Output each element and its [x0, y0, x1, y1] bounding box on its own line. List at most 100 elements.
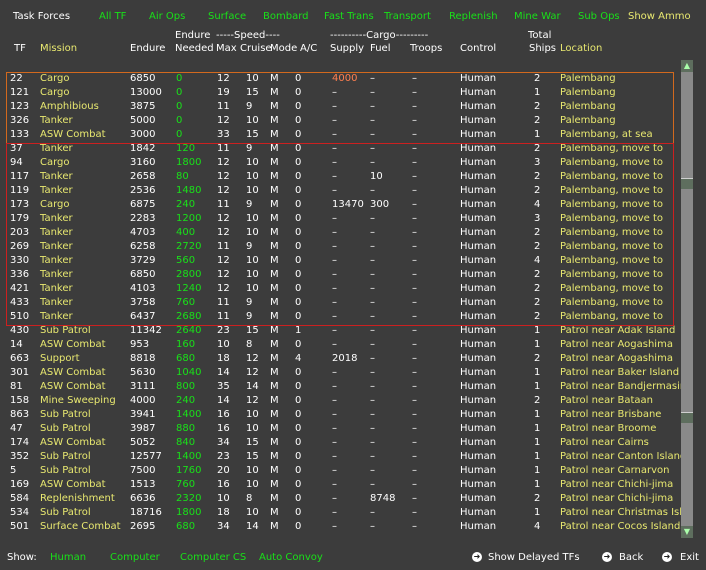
table-row[interactable]: 326 Tanker 5000 0 12 10 M 0 – – – Human 2 Palembang	[0, 114, 680, 128]
location-cell[interactable]: Palembang, move to	[560, 171, 663, 182]
mission-cell[interactable]: Sub Patrol	[40, 423, 91, 434]
table-row[interactable]: 433 Tanker 3758 760 11 9 M 0 – – – Human 2 Palembang,…	[0, 296, 680, 310]
location-cell[interactable]: Palembang	[560, 73, 616, 84]
filter-fast-trans[interactable]: Fast Trans	[324, 11, 374, 22]
mission-cell[interactable]: Tanker	[40, 241, 73, 252]
mission-cell[interactable]: Sub Patrol	[40, 507, 91, 518]
tf-cell[interactable]: 121	[10, 87, 29, 98]
mission-cell[interactable]: ASW Combat	[40, 367, 106, 378]
tf-cell[interactable]: 433	[10, 297, 29, 308]
tf-cell[interactable]: 117	[10, 171, 29, 182]
show-human-option[interactable]: Human	[50, 552, 86, 563]
show-computer-cs-option[interactable]: Computer CS	[180, 552, 246, 563]
tf-cell[interactable]: 173	[10, 199, 29, 210]
table-row[interactable]: 47 Sub Patrol 3987 880 16 10 M 0 – – – Human 1 Patrol…	[0, 422, 680, 436]
mission-cell[interactable]: Tanker	[40, 213, 73, 224]
mission-cell[interactable]: Cargo	[40, 157, 70, 168]
filter-air-ops[interactable]: Air Ops	[149, 11, 185, 22]
table-row[interactable]: 269 Tanker 6258 2720 11 9 M 0 – – – Human 2 Palembang…	[0, 240, 680, 254]
table-row[interactable]: 179 Tanker 2283 1200 12 10 M 0 – – – Human 3 Palemban…	[0, 212, 680, 226]
header-location[interactable]: Location	[560, 43, 602, 54]
back-arrow-icon[interactable]: ➜	[602, 552, 612, 562]
header-ac[interactable]: A/C	[300, 43, 317, 54]
table-row[interactable]: 584 Replenishment 6636 2320 10 8 M 0 – 8748 – Human…	[0, 492, 680, 506]
exit-arrow-icon[interactable]: ➜	[662, 552, 672, 562]
header-troops[interactable]: Troops	[410, 43, 442, 54]
tf-cell[interactable]: 169	[10, 479, 29, 490]
table-row[interactable]: 14 ASW Combat 953 160 10 8 M 0 – – – Human 1 Patrol n…	[0, 338, 680, 352]
tf-cell[interactable]: 81	[10, 381, 23, 392]
header-fuel[interactable]: Fuel	[370, 43, 390, 54]
scroll-down-icon[interactable]: ▼	[681, 526, 693, 538]
filter-transport[interactable]: Transport	[384, 11, 431, 22]
mission-cell[interactable]: Tanker	[40, 227, 73, 238]
table-row[interactable]: 663 Support 8818 680 18 12 M 4 2018 – – Human 2 Patro…	[0, 352, 680, 366]
location-cell[interactable]: Patrol near Cairns	[560, 437, 649, 448]
location-cell[interactable]: Palembang, move to	[560, 255, 663, 266]
mission-cell[interactable]: Replenishment	[40, 493, 115, 504]
mission-cell[interactable]: Cargo	[40, 87, 70, 98]
mission-cell[interactable]: ASW Combat	[40, 129, 106, 140]
tf-cell[interactable]: 5	[10, 465, 16, 476]
table-row[interactable]: 430 Sub Patrol 11342 2640 23 15 M 1 – – – Human 1 Pat…	[0, 324, 680, 338]
mission-cell[interactable]: Tanker	[40, 185, 73, 196]
tf-cell[interactable]: 330	[10, 255, 29, 266]
location-cell[interactable]: Palembang	[560, 101, 616, 112]
location-cell[interactable]: Palembang, move to	[560, 227, 663, 238]
show-ammo-toggle[interactable]: Show Ammo	[628, 11, 691, 22]
location-cell[interactable]: Palembang, move to	[560, 157, 663, 168]
tf-cell[interactable]: 179	[10, 213, 29, 224]
show-delayed-tfs-button[interactable]: Show Delayed TFs	[488, 552, 580, 563]
header-ships[interactable]: Ships	[529, 43, 556, 54]
table-row[interactable]: 534 Sub Patrol 18716 1800 18 10 M 0 – – – Human 1 Pat…	[0, 506, 688, 520]
filter-sub-ops[interactable]: Sub Ops	[578, 11, 620, 22]
mission-cell[interactable]: ASW Combat	[40, 479, 106, 490]
location-cell[interactable]: Patrol near Bataan	[560, 395, 653, 406]
table-row[interactable]: 169 ASW Combat 1513 760 16 10 M 0 – – – Human 1 Patro…	[0, 478, 680, 492]
show-auto-convoy-option[interactable]: Auto Convoy	[259, 552, 323, 563]
table-row[interactable]: 81 ASW Combat 3111 800 35 14 M 0 – – – Human 1 Patrol…	[0, 380, 686, 394]
location-cell[interactable]: Patrol near Broome	[560, 423, 656, 434]
header-cruise[interactable]: Cruise	[240, 43, 272, 54]
table-row[interactable]: 330 Tanker 3729 560 12 10 M 0 – – – Human 4 Palembang…	[0, 254, 680, 268]
location-cell[interactable]: Patrol near Adak Island	[560, 325, 675, 336]
tf-cell[interactable]: 352	[10, 451, 29, 462]
table-row[interactable]: 501 Surface Combat 2695 680 34 14 M 0 – – – Human 4 P…	[0, 520, 686, 534]
tf-cell[interactable]: 119	[10, 185, 29, 196]
table-row[interactable]: 352 Sub Patrol 12577 1400 23 15 M 0 – – – Human 1 Pat…	[0, 450, 686, 464]
tf-cell[interactable]: 14	[10, 339, 23, 350]
location-cell[interactable]: Palembang, move to	[560, 283, 663, 294]
table-row[interactable]: 94 Cargo 3160 1800 12 10 M 0 – – – Human 3 Palembang,…	[0, 156, 680, 170]
filter-all-tf[interactable]: All TF	[99, 11, 126, 22]
location-cell[interactable]: Palembang, move to	[560, 311, 663, 322]
tf-cell[interactable]: 123	[10, 101, 29, 112]
tf-cell[interactable]: 47	[10, 423, 23, 434]
filter-mine-war[interactable]: Mine War	[514, 11, 561, 22]
header-control[interactable]: Control	[460, 43, 496, 54]
location-cell[interactable]: Patrol near Baker Island	[560, 367, 679, 378]
table-row[interactable]: 301 ASW Combat 5630 1040 14 12 M 0 – – – Human 1 Patr…	[0, 366, 680, 380]
mission-cell[interactable]: Sub Patrol	[40, 465, 91, 476]
mission-cell[interactable]: Support	[40, 353, 80, 364]
mission-cell[interactable]: ASW Combat	[40, 437, 106, 448]
table-row[interactable]: 121 Cargo 13000 0 19 15 M 0 – – – Human 1 Palembang	[0, 86, 680, 100]
mission-cell[interactable]: Tanker	[40, 115, 73, 126]
table-row[interactable]: 173 Cargo 6875 240 11 9 M 0 13470 300 – Human 4 Palem…	[0, 198, 680, 212]
location-cell[interactable]: Palembang, move to	[560, 185, 663, 196]
table-row[interactable]: 5 Sub Patrol 7500 1760 20 10 M 0 – – – Human 1 Patrol…	[0, 464, 680, 478]
mission-cell[interactable]: Amphibious	[40, 101, 99, 112]
mission-cell[interactable]: Tanker	[40, 311, 73, 322]
delayed-arrow-icon[interactable]: ➜	[472, 552, 482, 562]
table-row[interactable]: 421 Tanker 4103 1240 12 10 M 0 – – – Human 2 Palemban…	[0, 282, 680, 296]
show-computer-option[interactable]: Computer	[110, 552, 160, 563]
tf-cell[interactable]: 158	[10, 395, 29, 406]
tf-cell[interactable]: 430	[10, 325, 29, 336]
scroll-thumb-secondary[interactable]	[681, 412, 693, 423]
exit-button[interactable]: Exit	[680, 552, 699, 563]
tf-cell[interactable]: 584	[10, 493, 29, 504]
tf-cell[interactable]: 269	[10, 241, 29, 252]
tf-cell[interactable]: 510	[10, 311, 29, 322]
mission-cell[interactable]: Sub Patrol	[40, 325, 91, 336]
location-cell[interactable]: Palembang, move to	[560, 143, 663, 154]
mission-cell[interactable]: Sub Patrol	[40, 451, 91, 462]
